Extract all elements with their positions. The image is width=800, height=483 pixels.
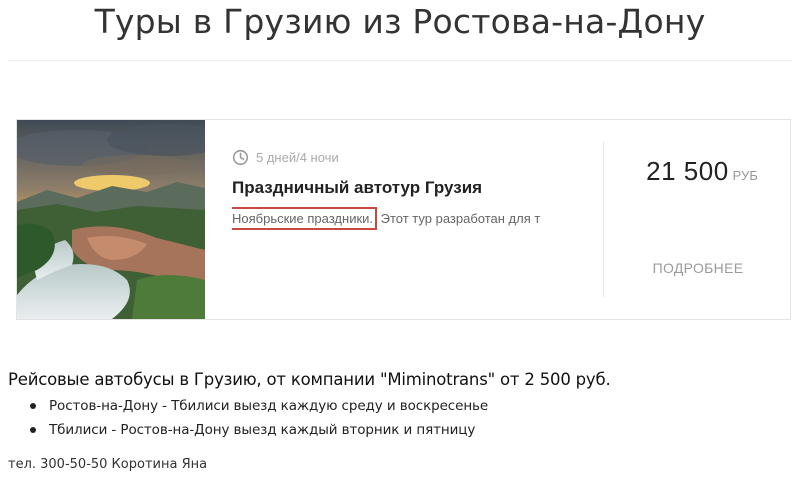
routes-list: Ростов-на-Дону - Тбилиси выезд каждую ср… [25, 396, 488, 444]
bullet-icon [30, 427, 36, 433]
tour-info: 5 дней/4 ночи Праздничный автотур Грузия… [232, 147, 592, 231]
tour-duration: 5 дней/4 ночи [256, 149, 339, 165]
duration-row: 5 дней/4 ночи [232, 147, 592, 167]
price-block: 21 500 РУБ [617, 156, 787, 187]
route-text: Ростов-на-Дону - Тбилиси выезд каждую ср… [49, 398, 489, 414]
tour-card[interactable]: 5 дней/4 ночи Праздничный автотур Грузия… [16, 119, 791, 320]
tour-name[interactable]: Праздничный автотур Грузия [232, 177, 592, 199]
description-text: Этот тур разработан для т [377, 211, 541, 226]
page-title: Туры в Грузию из Ростова-на-Дону [94, 2, 706, 41]
contact-line: тел. 300-50-50 Коротина Яна [8, 457, 208, 472]
tour-description: Ноябрьские праздники. Этот тур разработа… [232, 207, 577, 231]
price-value: 21 500 [646, 156, 729, 186]
bus-section-heading: Рейсовые автобусы в Грузию, от компании … [8, 370, 611, 389]
list-item: Ростов-на-Дону - Тбилиси выезд каждую ср… [25, 396, 488, 420]
card-divider [603, 142, 604, 297]
details-button[interactable]: ПОДРОБНЕЕ [617, 260, 779, 276]
bullet-icon [30, 403, 36, 409]
title-divider [8, 60, 792, 61]
description-highlight: Ноябрьские праздники. [232, 207, 378, 230]
tour-photo[interactable] [17, 120, 205, 319]
landscape-photo-icon [17, 120, 205, 319]
price-currency: РУБ [732, 168, 758, 183]
clock-icon [232, 149, 249, 165]
list-item: Тбилиси - Ростов-на-Дону выезд каждый вт… [25, 420, 488, 444]
route-text: Тбилиси - Ростов-на-Дону выезд каждый вт… [49, 422, 476, 438]
